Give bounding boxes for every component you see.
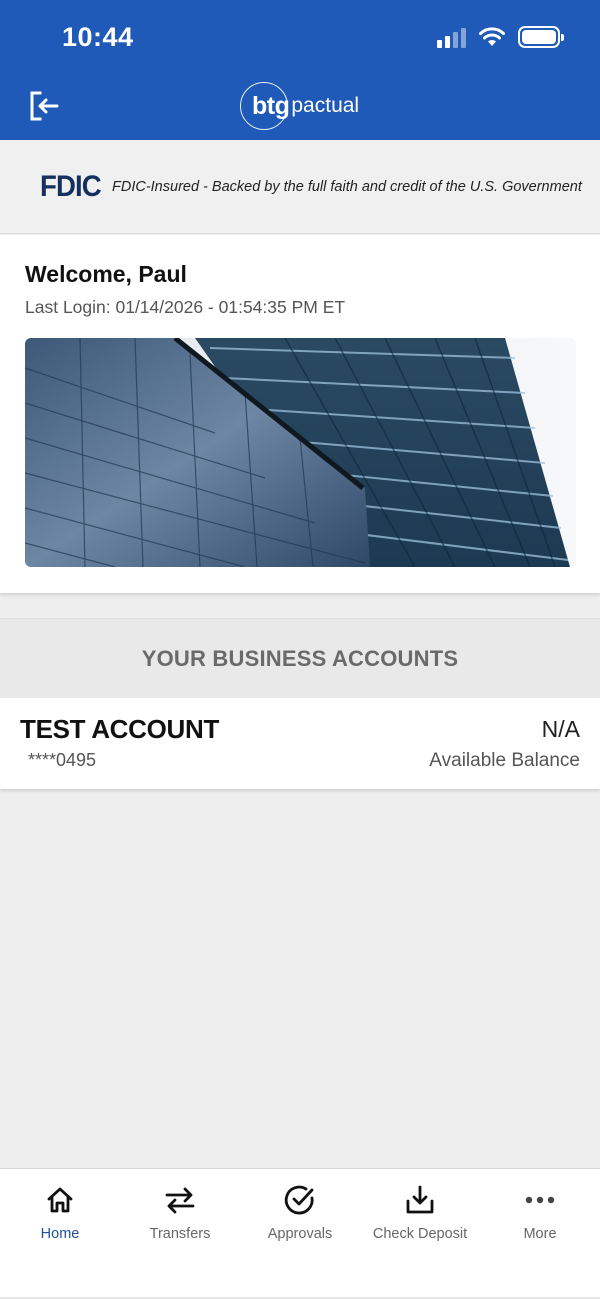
- btg-pactual-logo: btg pactual: [240, 82, 359, 130]
- fdic-logo: FDIC: [40, 169, 102, 203]
- last-login: Last Login: 01/14/2026 - 01:54:35 PM ET: [25, 297, 346, 317]
- account-row[interactable]: TEST ACCOUNT ****0495 N/A Available Bala…: [0, 698, 600, 789]
- check-deposit-icon: [403, 1183, 437, 1217]
- building-image: [25, 338, 576, 567]
- welcome-card: Welcome, Paul Last Login: 01/14/2026 - 0…: [0, 235, 600, 593]
- business-accounts-header: YOUR BUSINESS ACCOUNTS: [0, 618, 600, 698]
- bottom-nav: Home Transfers Approvals Check Deposit M…: [0, 1168, 600, 1299]
- nav-approvals[interactable]: Approvals: [240, 1169, 360, 1299]
- welcome-title: Welcome, Paul: [25, 261, 187, 287]
- fdic-tagline: FDIC-Insured - Backed by the full faith …: [112, 178, 582, 195]
- battery-icon: [518, 26, 564, 48]
- nav-transfers[interactable]: Transfers: [120, 1169, 240, 1299]
- approvals-icon: [283, 1183, 317, 1217]
- nav-check-deposit[interactable]: Check Deposit: [360, 1169, 480, 1299]
- more-icon: [523, 1183, 557, 1217]
- wifi-icon: [479, 27, 505, 46]
- nav-label: Approvals: [267, 1226, 333, 1242]
- logout-button[interactable]: [26, 88, 62, 124]
- transfers-icon: [163, 1183, 197, 1217]
- nav-label: More: [523, 1226, 557, 1242]
- app-header: 10:44 btg pactual: [0, 0, 600, 140]
- balance-label: Available Balance: [429, 750, 580, 771]
- nav-more[interactable]: More: [480, 1169, 600, 1299]
- nav-label: Check Deposit: [372, 1226, 468, 1242]
- account-balance: N/A: [541, 716, 580, 742]
- home-icon: [43, 1183, 77, 1217]
- status-time: 10:44: [62, 22, 134, 52]
- account-name: TEST ACCOUNT: [20, 714, 220, 744]
- account-number: ****0495: [28, 750, 97, 770]
- nav-home[interactable]: Home: [0, 1169, 120, 1299]
- logout-icon: [30, 91, 59, 121]
- nav-label: Transfers: [149, 1226, 211, 1242]
- status-icons: [437, 26, 564, 48]
- section-title: YOUR BUSINESS ACCOUNTS: [141, 645, 459, 671]
- fdic-banner: FDIC FDIC-Insured - Backed by the full f…: [0, 140, 600, 234]
- cellular-signal-icon: [437, 26, 466, 48]
- nav-label: Home: [40, 1226, 80, 1242]
